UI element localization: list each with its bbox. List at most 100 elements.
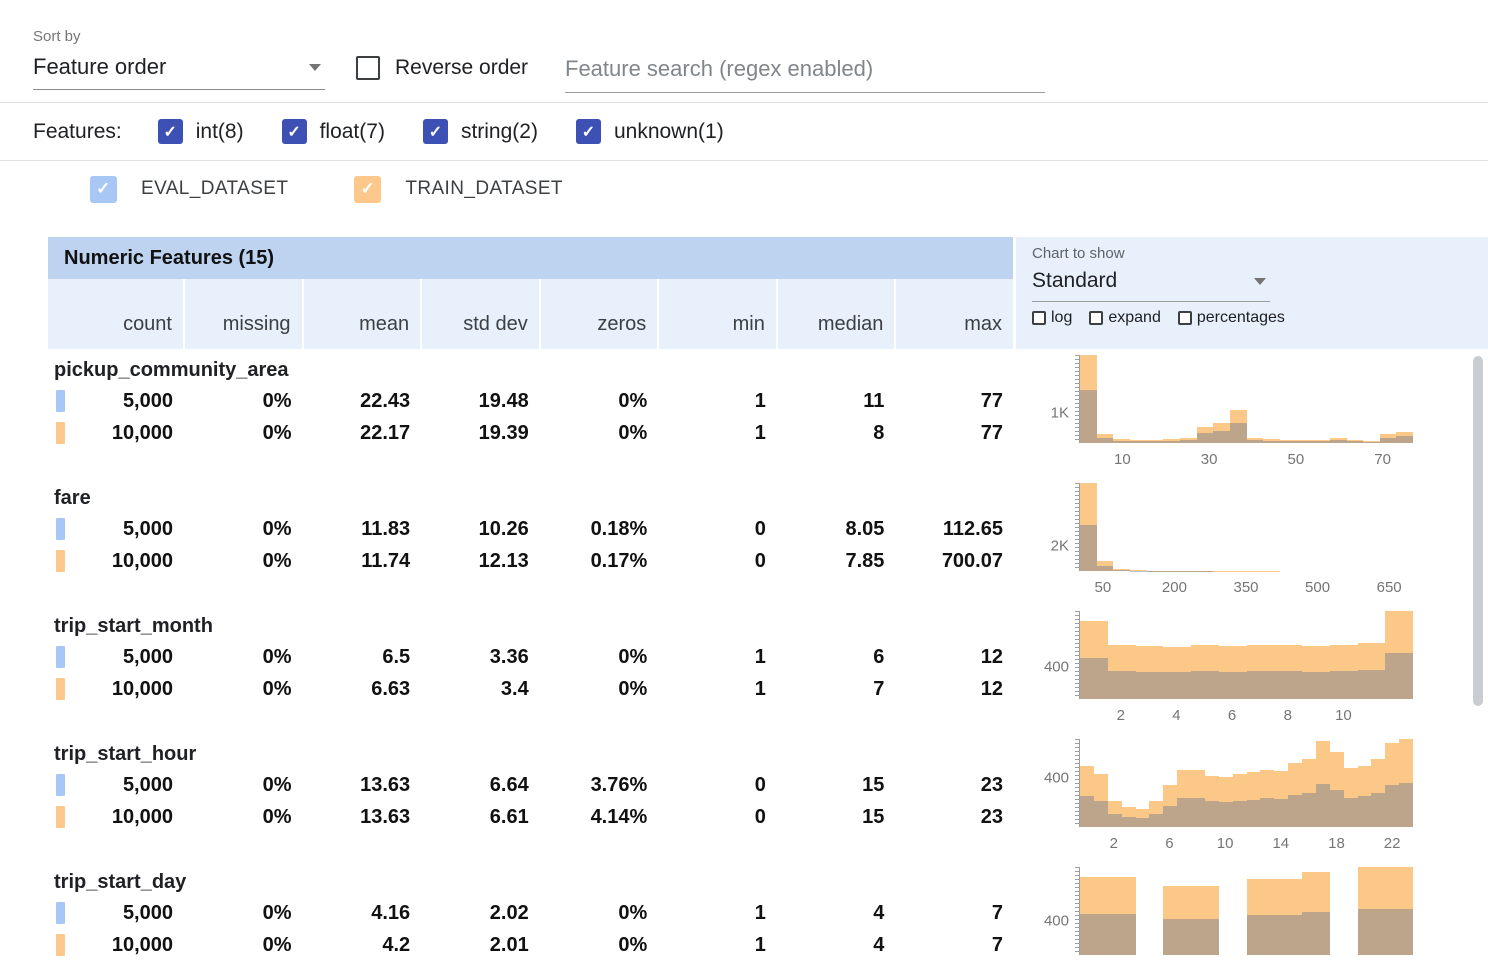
feature-stats: fare5,0000%11.8310.260.18%08.05112.6510,…: [48, 477, 1013, 605]
dataset-checkbox[interactable]: ✓EVAL_DATASET: [90, 176, 288, 203]
eval-bar: [1177, 798, 1191, 827]
eval-bar: [1149, 814, 1163, 827]
train-stats-row: 10,0000%22.1719.390%1877: [48, 417, 1013, 449]
histogram-y-axis: 1K: [1013, 355, 1079, 443]
histogram-bin: [1385, 611, 1413, 699]
eval-bar: [1385, 785, 1399, 827]
histogram-bin: [1180, 483, 1197, 571]
histogram-x-axis: [1079, 955, 1413, 968]
histogram-bin: [1280, 355, 1297, 443]
stat-cell: 23: [894, 806, 1013, 829]
histogram-plot: [1079, 611, 1413, 699]
eval-bar: [1302, 672, 1330, 699]
histogram-bin: [1302, 611, 1330, 699]
feature-type-checkbox[interactable]: ✓int(8): [158, 119, 244, 144]
checkbox-checked-icon: ✓: [423, 119, 448, 144]
histogram-x-axis: 246810: [1079, 699, 1413, 725]
histogram-bin: [1247, 355, 1264, 443]
feature-histogram[interactable]: 2K50200350500650: [1013, 477, 1488, 605]
chart-toggle-log[interactable]: log: [1032, 309, 1072, 327]
histogram-bin: [1316, 739, 1330, 827]
chart-toggle-group: log expand percentages: [1032, 309, 1488, 327]
eval-bar: [1122, 817, 1136, 827]
eval-bar: [1247, 671, 1275, 699]
eval-bar: [1080, 914, 1108, 955]
feature-histogram[interactable]: 400246810: [1013, 605, 1488, 733]
histogram-bin: [1147, 355, 1164, 443]
stat-cell: 13.63: [302, 774, 421, 797]
histogram-y-axis: 2K: [1013, 483, 1079, 571]
chart-toggle-percentages[interactable]: percentages: [1178, 309, 1285, 327]
eval-bar: [1358, 796, 1372, 827]
stat-cell: 10,000: [48, 422, 183, 445]
feature-histogram[interactable]: 400 2610141822: [1013, 733, 1488, 861]
histogram-x-axis: 50200350500650: [1079, 571, 1413, 597]
feature-name: trip_start_month: [48, 611, 1013, 641]
histogram-bin: [1330, 483, 1347, 571]
stat-cell: 0%: [183, 902, 302, 925]
eval-bar: [1191, 671, 1219, 699]
histogram-bin: [1094, 739, 1108, 827]
eval-bar: [1080, 390, 1097, 443]
checkbox-checked-icon: ✓: [158, 119, 183, 144]
stat-cell: 0%: [539, 390, 658, 413]
y-axis-tick-label: 400: [1044, 912, 1069, 929]
y-axis-tick-label: 400: [1044, 770, 1069, 787]
x-axis-tick-label: 30: [1201, 451, 1218, 468]
feature-type-checkbox[interactable]: ✓string(2): [423, 119, 538, 144]
x-axis-tick-label: 200: [1162, 579, 1187, 596]
histogram-bin: [1113, 483, 1130, 571]
vertical-scrollbar[interactable]: [1473, 356, 1483, 706]
feature-row: trip_start_day5,0000%4.162.020%14710,000…: [48, 861, 1488, 968]
eval-bar: [1080, 796, 1094, 827]
eval-bar: [1205, 801, 1219, 827]
sort-by-select[interactable]: Feature order: [33, 54, 325, 90]
histogram-bin: [1396, 355, 1413, 443]
x-axis-tick-label: 10: [1114, 451, 1131, 468]
chart-toggle-expand[interactable]: expand: [1089, 309, 1161, 327]
feature-type-checkbox[interactable]: ✓unknown(1): [576, 119, 724, 144]
dataset-checkbox[interactable]: ✓TRAIN_DATASET: [354, 176, 563, 203]
x-axis-tick-label: 6: [1228, 707, 1236, 724]
reverse-order-checkbox[interactable]: Reverse order: [356, 56, 528, 80]
eval-bar: [1358, 909, 1386, 955]
stat-cell: 19.48: [420, 390, 539, 413]
feature-search-input[interactable]: [565, 52, 1045, 93]
train-dataset-swatch: [56, 934, 65, 956]
stat-cell: 5,000: [48, 518, 183, 541]
eval-bar: [1371, 793, 1385, 827]
feature-histogram[interactable]: 400: [1013, 861, 1488, 968]
eval-bar: [1274, 915, 1302, 955]
stat-cell: 0%: [183, 550, 302, 573]
eval-bar: [1197, 433, 1214, 443]
chart-type-select[interactable]: Standard: [1032, 262, 1270, 302]
stat-cell: 3.76%: [539, 774, 658, 797]
stat-cell: 3.36: [420, 646, 539, 669]
histogram-bin: [1080, 611, 1108, 699]
histogram-bin: [1313, 355, 1330, 443]
histogram-y-axis: 400: [1013, 867, 1079, 955]
feature-histogram[interactable]: 1K10305070: [1013, 349, 1488, 477]
feature-type-label: unknown(1): [614, 120, 724, 144]
histogram-x-axis: 2610141822: [1079, 827, 1413, 853]
stat-cell: 0: [657, 774, 776, 797]
eval-bar: [1108, 814, 1122, 827]
stat-cell: 23: [894, 774, 1013, 797]
eval-bar: [1163, 672, 1191, 699]
reverse-order-label: Reverse order: [395, 56, 528, 80]
histogram-plot-column: 50200350500650: [1079, 483, 1413, 605]
stat-cell: 0%: [183, 774, 302, 797]
train-stats-row: 10,0000%4.22.010%147: [48, 929, 1013, 961]
histogram-bin: [1274, 739, 1288, 827]
table-header-left: Numeric Features (15) countmissingmeanst…: [48, 237, 1013, 349]
feature-type-checkbox[interactable]: ✓float(7): [282, 119, 385, 144]
stat-cell: 3.4: [420, 678, 539, 701]
eval-bar: [1358, 670, 1386, 699]
x-axis-tick-label: 50: [1095, 579, 1112, 596]
stat-cell: 10,000: [48, 806, 183, 829]
stat-cell: 11: [776, 390, 895, 413]
histogram-bin: [1108, 867, 1136, 955]
stat-cell: 8: [776, 422, 895, 445]
stat-cell: 5,000: [48, 902, 183, 925]
stat-cell: 0%: [539, 902, 658, 925]
